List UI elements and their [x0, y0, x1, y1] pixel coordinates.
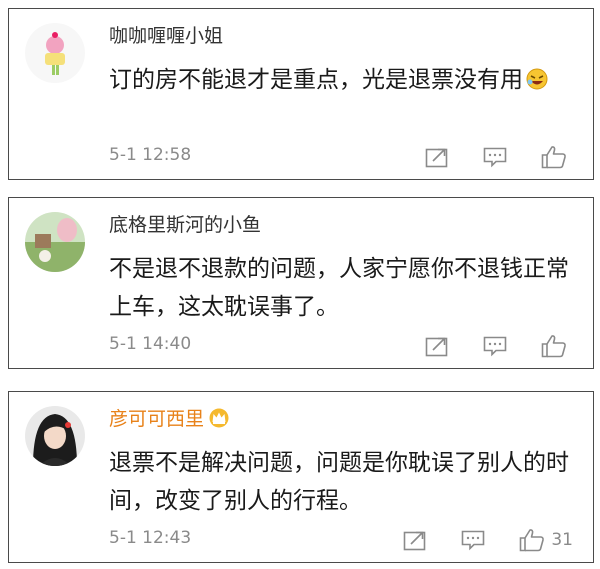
crown-badge-icon [208, 408, 230, 433]
comment-card: 彦可可西里 退票不是解决问题，问题是你耽误了别人的时间，改变了别人的行程。 5-… [8, 391, 594, 563]
comment-card: 咖咖喱喱小姐 订的房不能退才是重点，光是退票没有用 5-1 12:58 [8, 8, 594, 180]
comment-button[interactable] [483, 146, 507, 168]
comment-card: 底格里斯河的小鱼 不是退不退款的问题，人家宁愿你不退钱正常上车，这太耽误事了。 … [8, 197, 594, 369]
comment-icon [483, 147, 507, 168]
share-button[interactable] [403, 529, 427, 551]
avatar[interactable] [25, 212, 85, 272]
share-button[interactable] [425, 146, 449, 168]
comment-text: 退票不是解决问题，问题是你耽误了别人的时间，改变了别人的行程。 [109, 450, 569, 514]
like-button[interactable]: 31 [519, 528, 573, 552]
comment-button[interactable] [483, 335, 507, 357]
action-bar [391, 334, 573, 358]
timestamp: 5-1 12:43 [109, 528, 192, 548]
avatar[interactable] [25, 23, 85, 83]
comment-text: 订的房不能退才是重点，光是退票没有用 [109, 61, 579, 103]
comment-text: 不是退不退款的问题，人家宁愿你不退钱正常上车，这太耽误事了。 [109, 256, 569, 320]
share-button[interactable] [425, 335, 449, 357]
comment-icon [483, 336, 507, 357]
username[interactable]: 彦可可西里 [109, 404, 230, 433]
share-icon [425, 148, 448, 168]
timestamp: 5-1 12:58 [109, 145, 192, 165]
username[interactable]: 底格里斯河的小鱼 [109, 210, 261, 237]
comment-icon [462, 530, 485, 551]
like-button[interactable] [541, 334, 573, 358]
laughing-emoji-icon [525, 65, 549, 103]
action-bar [391, 145, 573, 169]
thumbs-up-icon [520, 529, 545, 552]
thumbs-up-icon [541, 146, 566, 169]
thumbs-up-icon [541, 335, 566, 358]
comment-button[interactable] [461, 529, 485, 551]
timestamp: 5-1 14:40 [109, 334, 192, 354]
share-icon [404, 531, 426, 551]
like-button[interactable] [541, 145, 573, 169]
share-icon [425, 337, 448, 357]
avatar[interactable] [25, 406, 85, 466]
action-bar: 31 [369, 528, 573, 552]
username[interactable]: 咖咖喱喱小姐 [109, 21, 223, 48]
like-count: 31 [551, 530, 573, 550]
